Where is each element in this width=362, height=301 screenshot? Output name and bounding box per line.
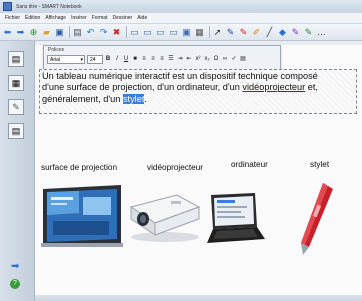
text-box[interactable]: Un tableau numérique interactif est un d… [39, 69, 357, 114]
menu-affichage[interactable]: Affichage [45, 15, 66, 21]
paragraph-line-3b: . [144, 93, 147, 104]
help-icon[interactable]: ? [10, 279, 20, 289]
more-tools-icon[interactable]: … [316, 27, 327, 38]
font-toolbar-title: Polices [48, 47, 65, 53]
link-icon[interactable]: ∞ [221, 55, 229, 64]
paste-icon[interactable]: ▤ [72, 27, 83, 38]
next-page-icon[interactable]: ➡ [15, 27, 26, 38]
table-icon[interactable]: ▦ [194, 27, 205, 38]
paragraph-line-1: Un tableau numérique interactif est un d… [42, 71, 318, 81]
app-icon [3, 2, 12, 11]
gallery-icon[interactable]: ▦ [8, 75, 24, 91]
line-icon[interactable]: ╱ [264, 27, 275, 38]
paragraph-line-2a: d'une surface de projection, d'un ordina… [42, 82, 243, 93]
paragraph-line-2b: et, [305, 82, 318, 93]
whiteboard-page[interactable]: Polices Arial ▾ 24 B I U ■ ≡ ≡ ≡ ☰ ⇥ ⇤ x… [35, 41, 362, 301]
stylus-image[interactable] [293, 181, 337, 257]
attachments-icon[interactable]: ✎ [8, 99, 24, 115]
previous-page-icon[interactable]: ⬅ [2, 27, 13, 38]
label-videoprojecteur[interactable]: vidéoprojecteur [147, 163, 203, 172]
menu-format[interactable]: Format [92, 15, 108, 21]
dual-page-icon[interactable]: ▭ [168, 27, 179, 38]
side-panel: ▤ ▦ ✎ ▤ ➡ ? [0, 41, 35, 301]
title-bar: Sans titre - SMART Notebook [0, 0, 362, 13]
menu-dessiner[interactable]: Dessiner [112, 15, 132, 21]
eraser-icon[interactable]: ✐ [251, 27, 262, 38]
align-right-icon[interactable]: ≡ [158, 55, 166, 64]
save-icon[interactable]: ▣ [54, 27, 65, 38]
label-stylet[interactable]: stylet [310, 160, 329, 169]
redo-icon[interactable]: ↷ [98, 27, 109, 38]
font-toolbar: Polices Arial ▾ 24 B I U ■ ≡ ≡ ≡ ☰ ⇥ ⇤ x… [43, 45, 281, 70]
paragraph-line-3a: généralement, d'un [42, 93, 123, 104]
menu-fichier[interactable]: Fichier [5, 15, 20, 21]
font-size-value: 24 [90, 57, 96, 63]
spell-check-icon[interactable]: ✓ [230, 55, 238, 64]
menu-bar: Fichier Édition Affichage Insérer Format… [0, 13, 362, 24]
screen-shade-icon[interactable]: ▭ [129, 27, 140, 38]
menu-edition[interactable]: Édition [25, 15, 40, 21]
properties-icon[interactable]: ▤ [8, 123, 24, 139]
selected-word: stylet [122, 93, 145, 104]
align-left-icon[interactable]: ≡ [140, 55, 148, 64]
menu-inserer[interactable]: Insérer [71, 15, 87, 21]
capture-icon[interactable]: ▣ [181, 27, 192, 38]
subscript-icon[interactable]: x₂ [203, 55, 211, 64]
projector-image[interactable] [125, 189, 203, 245]
outdent-icon[interactable]: ⇤ [185, 55, 193, 64]
chevron-down-icon: ▾ [80, 57, 83, 63]
display-icon[interactable]: ▭ [142, 27, 153, 38]
misspelled-word: vidéoprojecteur [242, 82, 306, 93]
page-bottom-edge [35, 295, 362, 301]
magic-pen-icon[interactable]: ✎ [290, 27, 301, 38]
laptop-image[interactable] [203, 191, 265, 247]
creative-pen-icon[interactable]: ✎ [238, 27, 249, 38]
shapes-icon[interactable]: ◆ [277, 27, 288, 38]
toolbar-divider [69, 26, 70, 38]
label-ordinateur[interactable]: ordinateur [231, 160, 268, 169]
special-chars-icon[interactable]: Ω [212, 55, 220, 64]
window-title: Sans titre - SMART Notebook [16, 3, 82, 10]
label-surface-de-projection[interactable]: surface de projection [41, 163, 117, 172]
align-center-icon[interactable]: ≡ [149, 55, 157, 64]
underline-icon[interactable]: U [122, 55, 130, 64]
font-size-select[interactable]: 24 [87, 55, 103, 64]
notebook-window: Sans titre - SMART Notebook Fichier Édit… [0, 0, 362, 301]
toolbar-divider [126, 26, 127, 38]
move-sidebar-icon[interactable]: ➡ [11, 261, 19, 272]
pen-icon[interactable]: ✎ [225, 27, 236, 38]
main-toolbar: ⬅ ➡ ⊕ ▰ ▣ ▤ ↶ ↷ ✖ ▭ ▭ ▭ ▭ ▣ ▦ ➚ ✎ ✎ ✐ ╱ … [0, 24, 362, 41]
font-family-value: Arial [50, 57, 61, 63]
bullets-icon[interactable]: ☰ [167, 55, 175, 64]
page-sorter-icon[interactable]: ▤ [8, 51, 24, 67]
fill-icon[interactable]: ✎ [303, 27, 314, 38]
more-options-icon[interactable]: ▤ [239, 55, 247, 64]
menu-aide[interactable]: Aide [137, 15, 147, 21]
select-icon[interactable]: ➚ [212, 27, 223, 38]
undo-icon[interactable]: ↶ [85, 27, 96, 38]
add-page-icon[interactable]: ⊕ [28, 27, 39, 38]
font-family-select[interactable]: Arial ▾ [47, 55, 85, 64]
whiteboard-image[interactable] [39, 183, 125, 251]
full-screen-icon[interactable]: ▭ [155, 27, 166, 38]
bold-icon[interactable]: B [104, 55, 112, 64]
open-file-icon[interactable]: ▰ [41, 27, 52, 38]
paragraph-text[interactable]: Un tableau numérique interactif est un d… [42, 71, 354, 105]
text-color-icon[interactable]: ■ [131, 55, 139, 64]
indent-icon[interactable]: ⇥ [176, 55, 184, 64]
superscript-icon[interactable]: x² [194, 55, 202, 64]
italic-icon[interactable]: I [113, 55, 121, 64]
delete-icon[interactable]: ✖ [111, 27, 122, 38]
toolbar-divider [209, 26, 210, 38]
